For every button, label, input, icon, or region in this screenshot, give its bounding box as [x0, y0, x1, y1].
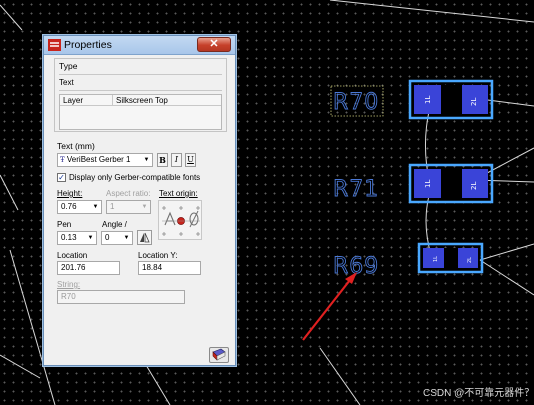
chevron-down-icon: ▼ [87, 235, 94, 241]
watermark: CSDN @不可靠元器件？ [423, 386, 534, 399]
height-dropdown[interactable]: 0.76 ▼ [57, 200, 102, 214]
angle-dropdown[interactable]: 0 ▼ [101, 231, 133, 245]
gerber-checkbox-label: Display only Gerber-compatible fonts [69, 173, 201, 182]
string-input: R70 [57, 290, 185, 304]
help-button[interactable] [209, 347, 229, 363]
chevron-down-icon: ▼ [141, 204, 148, 210]
title-bar[interactable]: Properties ✕ [44, 36, 235, 55]
truetype-font-icon: Ŧ [60, 156, 65, 164]
refdes-r71[interactable]: R71 [333, 177, 379, 203]
gerber-checkbox[interactable]: ✓ [57, 173, 66, 182]
pad-label: 1L [424, 180, 432, 188]
help-book-icon [212, 348, 226, 361]
ratsnest-line [479, 259, 534, 296]
underline-button[interactable]: U [185, 153, 196, 167]
pad-gap [444, 248, 458, 268]
angle-label: Angle / [102, 220, 127, 229]
font-value: VeriBest Gerber 1 [66, 155, 131, 164]
table-header: Layer Silkscreen Top [60, 95, 221, 106]
font-dropdown[interactable]: Ŧ VeriBest Gerber 1 ▼ [57, 153, 153, 167]
location-x-label: Location [57, 251, 88, 260]
type-label: Type [59, 61, 78, 71]
divider [59, 90, 222, 91]
refdes-r69[interactable]: R69 [333, 254, 379, 280]
pen-dropdown[interactable]: 0.13 ▼ [57, 231, 97, 245]
column-header: Silkscreen Top [116, 96, 168, 105]
aspect-ratio-dropdown: 1 ▼ [106, 200, 151, 214]
location-y-input[interactable]: 18.84 [138, 261, 201, 275]
bold-button[interactable]: B [157, 153, 168, 167]
pad-label: 2L [470, 182, 478, 190]
height-value: 0.76 [61, 202, 77, 211]
text-origin-label: Text origin: [159, 189, 198, 198]
footprint-r69[interactable]: 1L 2L [417, 242, 484, 274]
aspect-ratio-value: 1 [110, 202, 115, 211]
ratsnest-line [0, 354, 41, 379]
pen-label: Pen [57, 220, 72, 229]
column-header: Layer [63, 96, 84, 105]
string-label: String: [57, 280, 81, 289]
properties-app-icon [48, 39, 61, 51]
text-section-label: Text (mm) [57, 141, 95, 151]
ratsnest-line [0, 4, 23, 31]
pad-label: 1L [424, 96, 432, 104]
aspect-ratio-label: Aspect ratio: [106, 189, 151, 198]
footprint-r71[interactable]: 1L 2L [408, 163, 494, 204]
location-x-input[interactable]: 201.76 [57, 261, 120, 275]
divider [59, 74, 222, 75]
close-icon: ✕ [209, 38, 219, 50]
chevron-down-icon: ▼ [92, 204, 99, 210]
properties-dialog: Properties ✕ Type Text Layer Silkscreen … [43, 35, 236, 366]
refdes-r70[interactable]: R70 [333, 90, 379, 116]
location-y-label: Location Y: [138, 251, 178, 260]
pad-label: 2L [470, 98, 478, 106]
mirror-icon [140, 232, 150, 243]
type-value: Text [59, 78, 74, 87]
pad-gap [441, 169, 462, 198]
close-button[interactable]: ✕ [197, 37, 231, 52]
pad-label: 2L [467, 257, 473, 263]
ratsnest-line [319, 347, 361, 405]
layer-table[interactable]: Layer Silkscreen Top [59, 94, 222, 130]
ratsnest-line [479, 243, 534, 261]
height-label: Height: [57, 189, 83, 198]
text-origin-selector[interactable] [158, 200, 202, 240]
chevron-down-icon: ▼ [143, 157, 150, 163]
footprint-r70[interactable]: 1L 2L [408, 79, 494, 120]
pad-gap [441, 85, 462, 114]
type-group: Type Text Layer Silkscreen Top [54, 58, 227, 132]
ratsnest-line [329, 0, 534, 23]
text-origin-icon [162, 206, 200, 236]
pad-label: 1L [433, 256, 439, 262]
chevron-down-icon: ▼ [123, 235, 130, 241]
ratsnest-line [0, 174, 19, 211]
pen-value: 0.13 [61, 233, 77, 242]
italic-button[interactable]: I [171, 153, 182, 167]
window-title: Properties [64, 39, 112, 51]
mirror-button[interactable] [137, 230, 152, 245]
angle-value: 0 [105, 233, 110, 242]
